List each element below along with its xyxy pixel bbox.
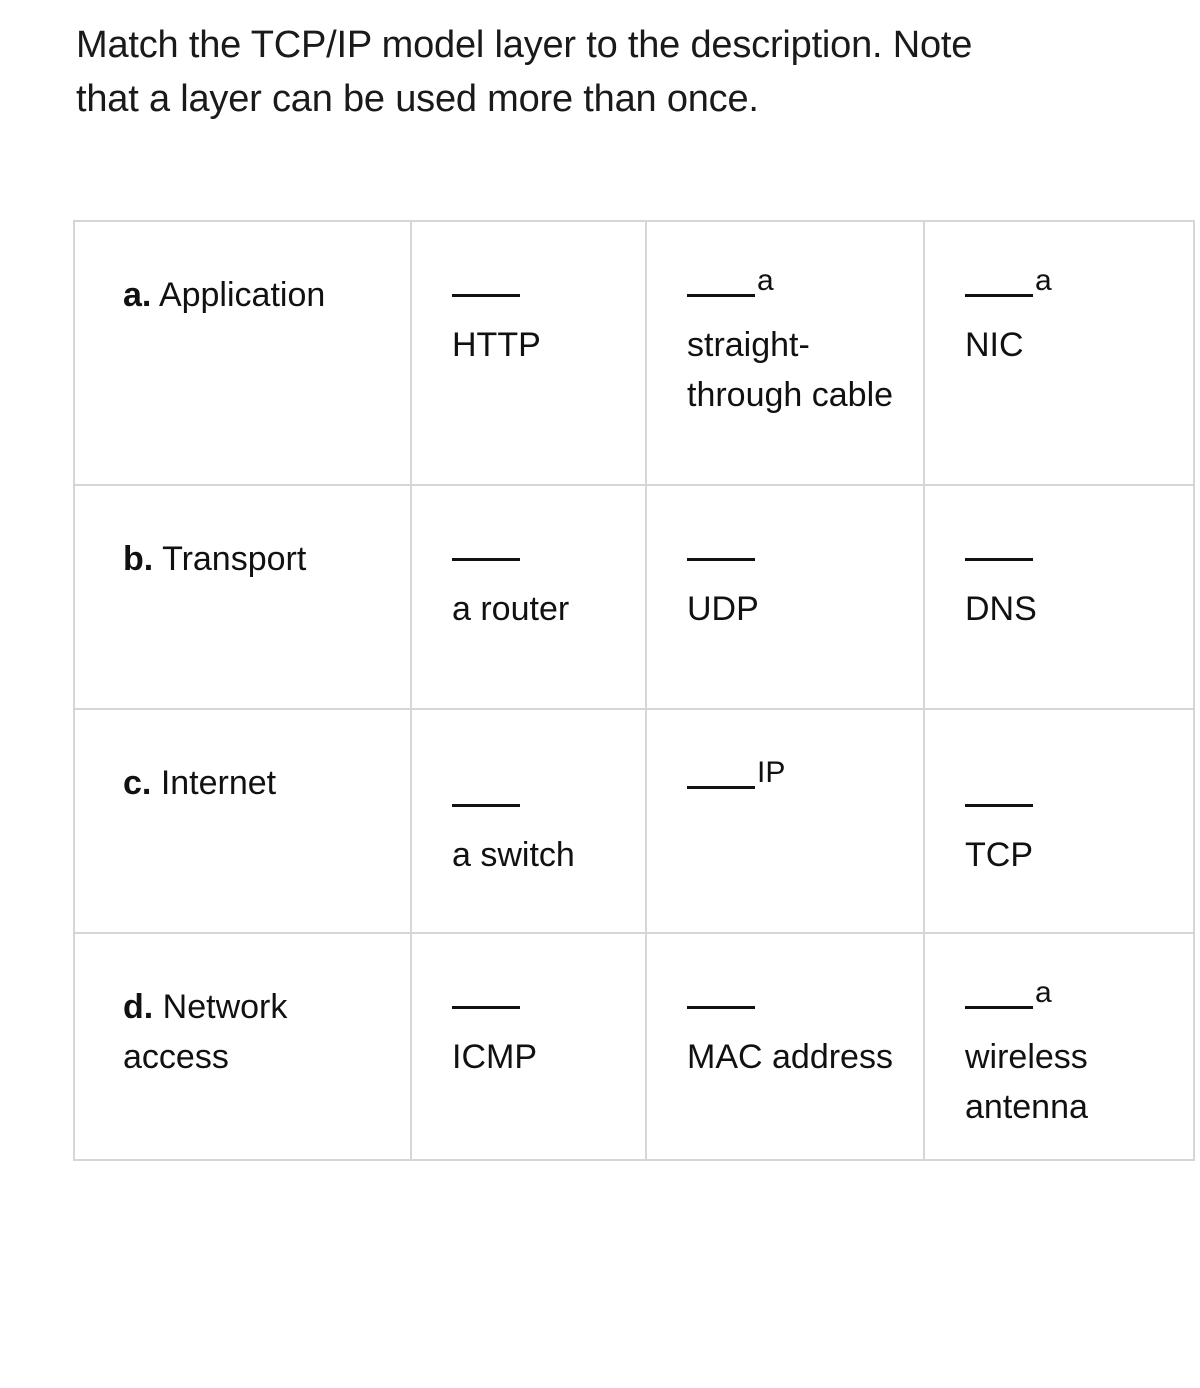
answer-blank[interactable]: [965, 980, 1033, 1030]
answer-blank[interactable]: [687, 268, 755, 318]
layer-label-c: c. Internet: [123, 758, 396, 808]
table-row: b. Transport a router UDP DNS: [73, 484, 1195, 710]
item-article: a: [1035, 264, 1052, 297]
answer-cell[interactable]: MAC address: [645, 932, 925, 1161]
item-label: TCP: [965, 836, 1033, 874]
matching-table: a. Application HTTP a straight-through c…: [73, 220, 1195, 1161]
item-label: NIC: [965, 326, 1024, 364]
worksheet-page: Match the TCP/IP model layer to the desc…: [0, 0, 1200, 1388]
layer-marker: b.: [123, 540, 154, 578]
answer-cell[interactable]: DNS: [923, 484, 1195, 710]
answer-blank[interactable]: [965, 532, 1033, 582]
answer-cell[interactable]: TCP: [923, 708, 1195, 934]
item-article: a: [1035, 976, 1052, 1009]
answer-blank[interactable]: [452, 532, 520, 582]
layer-cell-c: c. Internet: [73, 708, 412, 934]
table-row: d. Network access ICMP MAC address a wir…: [73, 932, 1195, 1161]
answer-cell[interactable]: a router: [410, 484, 647, 710]
answer-blank[interactable]: [687, 760, 755, 810]
answer-cell[interactable]: UDP: [645, 484, 925, 710]
layer-name: Application: [158, 276, 326, 314]
layer-name: Transport: [162, 540, 307, 578]
item-label: UDP: [687, 590, 759, 628]
answer-cell[interactable]: a straight-through cable: [645, 220, 925, 486]
item-article: a: [757, 264, 774, 297]
answer-cell[interactable]: a wireless antenna: [923, 932, 1195, 1161]
answer-cell[interactable]: a NIC: [923, 220, 1195, 486]
item-label: HTTP: [452, 326, 541, 364]
answer-blank[interactable]: [687, 532, 755, 582]
item-label: MAC address: [687, 1038, 893, 1076]
layer-label-d: d. Network access: [123, 982, 396, 1082]
answer-blank[interactable]: [452, 268, 520, 318]
item-label: DNS: [965, 590, 1037, 628]
answer-cell[interactable]: a switch: [410, 708, 647, 934]
answer-cell[interactable]: ICMP: [410, 932, 647, 1161]
table-row: a. Application HTTP a straight-through c…: [73, 220, 1195, 486]
answer-blank[interactable]: [452, 778, 520, 828]
layer-name: Internet: [160, 764, 277, 802]
table-row: c. Internet a switch IP TCP: [73, 708, 1195, 934]
answer-cell[interactable]: IP: [645, 708, 925, 934]
layer-cell-d: d. Network access: [73, 932, 412, 1161]
answer-cell[interactable]: HTTP: [410, 220, 647, 486]
answer-blank[interactable]: [687, 980, 755, 1030]
layer-label-b: b. Transport: [123, 534, 396, 584]
item-label: ICMP: [452, 1038, 537, 1076]
answer-blank[interactable]: [965, 268, 1033, 318]
table-body: a. Application HTTP a straight-through c…: [73, 220, 1195, 1161]
item-label: wireless antenna: [965, 1038, 1088, 1126]
item-label: straight-through cable: [687, 326, 894, 414]
item-label: a switch: [452, 836, 575, 874]
layer-cell-b: b. Transport: [73, 484, 412, 710]
question-prompt: Match the TCP/IP model layer to the desc…: [76, 24, 973, 120]
item-label: IP: [757, 756, 786, 789]
layer-marker: a.: [123, 276, 152, 314]
answer-blank[interactable]: [965, 778, 1033, 828]
layer-cell-a: a. Application: [73, 220, 412, 486]
layer-label-a: a. Application: [123, 270, 396, 320]
item-label: a router: [452, 590, 570, 628]
answer-blank[interactable]: [452, 980, 520, 1030]
layer-marker: c.: [123, 764, 152, 802]
layer-marker: d.: [123, 988, 154, 1026]
